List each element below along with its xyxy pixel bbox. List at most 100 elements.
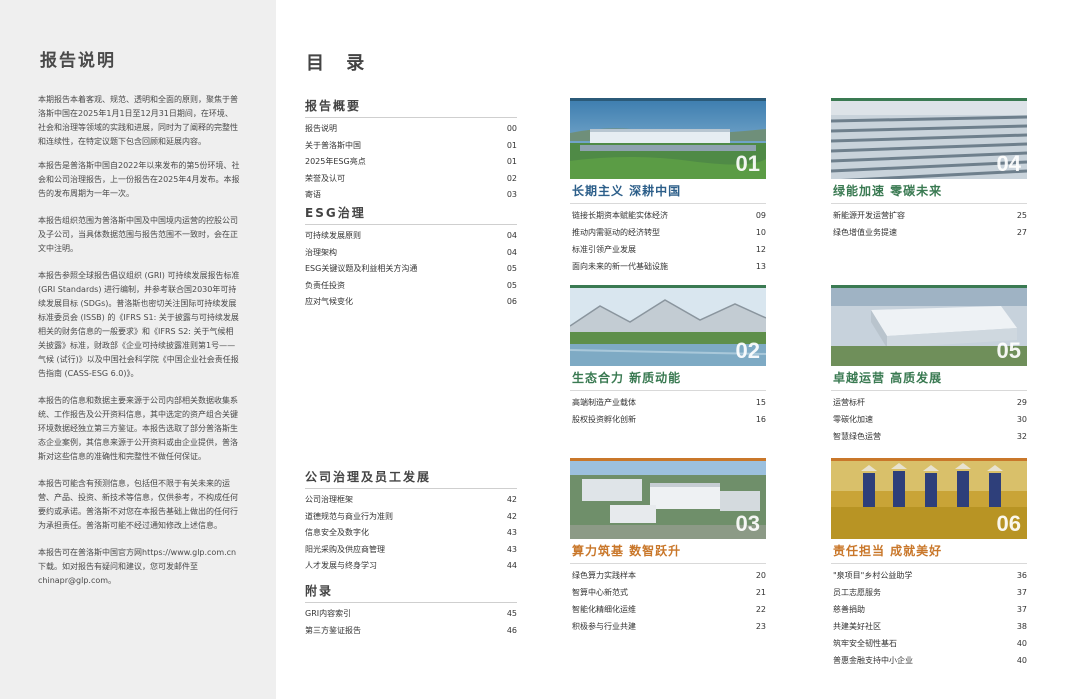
toc-entry[interactable]: "泉项目"乡村公益助学 36 xyxy=(831,567,1027,584)
chapter-number: 06 xyxy=(996,511,1021,536)
toc-entry[interactable]: 共建美好社区 38 xyxy=(831,618,1027,635)
toc-section-summary: 报告概要 报告说明 00 关于普洛斯中国 01 2025年ESG亮点 01 荣誉及认可… xyxy=(305,97,517,204)
toc-entry[interactable]: 新能源开发运营扩容 25 xyxy=(831,207,1027,224)
notes-paragraph: 本报告可能含有预测信息，包括但不限于有关未来的运营、产品、投资、新技术等信息，仅… xyxy=(38,479,238,530)
toc-entry-page: 02 xyxy=(506,173,517,183)
toc-entry-page: 23 xyxy=(755,622,766,631)
toc-entry[interactable]: 报告说明 00 xyxy=(305,121,517,138)
toc-entry[interactable]: 智慧绿色运营 32 xyxy=(831,428,1027,445)
toc-entry[interactable]: 运营标杆 29 xyxy=(831,394,1027,411)
toc-entry[interactable]: 高端制造产业载体 15 xyxy=(570,394,766,411)
toc-entry[interactable]: 应对气候变化 06 xyxy=(305,294,517,311)
toc-entry-label: 积极参与行业共建 xyxy=(572,622,636,631)
toc-entry[interactable]: 员工志愿服务 37 xyxy=(831,584,1027,601)
toc-entry[interactable]: 2025年ESG亮点 01 xyxy=(305,154,517,171)
chapter-number: 01 xyxy=(735,151,760,176)
chapter-image-solar-farm: 04 xyxy=(831,101,1027,179)
toc-entry-page: 40 xyxy=(1016,656,1027,665)
chapter-title: 责任担当 成就美好 xyxy=(831,539,1027,564)
toc-entry[interactable]: 面向未来的新一代基础设施 13 xyxy=(570,258,766,275)
toc-entry-label: 报告说明 xyxy=(305,124,337,133)
toc-entry-label: 信息安全及数字化 xyxy=(305,528,369,537)
chapter-card-05: 05 卓越运营 高质发展 运营标杆 29 零碳化加速 30 智慧绿色运营 32 xyxy=(831,285,1027,445)
toc-entry-label: 治理架构 xyxy=(305,247,337,257)
toc-section-esg-governance: ESG治理 可持续发展原则 04 治理架构 04 ESG关键议题及利益相关方沟通 05… xyxy=(305,204,517,311)
chapter-number: 05 xyxy=(996,338,1021,363)
toc-entry[interactable]: 治理架构 04 xyxy=(305,245,517,262)
toc-entry-label: ESG关键议题及利益相关方沟通 xyxy=(305,264,418,273)
toc-entry-label: 面向未来的新一代基础设施 xyxy=(572,262,668,271)
toc-entry[interactable]: 推动内需驱动的经济转型 10 xyxy=(570,224,766,241)
toc-entry-label: 绿色增值业务提速 xyxy=(833,228,897,237)
toc-entry-label: 共建美好社区 xyxy=(833,622,881,631)
toc-entry[interactable]: 第三方鉴证报告 46 xyxy=(305,623,517,640)
chapter-image-industrial-park: 02 xyxy=(570,288,766,366)
toc-entry-page: 36 xyxy=(1016,571,1027,580)
toc-entry-page: 22 xyxy=(755,605,766,614)
toc-entry[interactable]: 绿色算力实践样本 20 xyxy=(570,567,766,584)
toc-entry[interactable]: 阳光采购及供应商管理 43 xyxy=(305,542,517,559)
notes-paragraph: 本报告组织范围为普洛斯中国及中国境内运营的控股公司及子公司，当具体数据范围与报告… xyxy=(38,216,238,253)
toc-entry-page: 04 xyxy=(506,247,517,257)
toc-entry-page: 29 xyxy=(1016,398,1027,407)
toc-entry-page: 20 xyxy=(755,571,766,580)
toc-entry[interactable]: ESG关键议题及利益相关方沟通 05 xyxy=(305,261,517,278)
report-notes-body: 本期报告本着客观、规范、透明和全面的原则，聚焦于普洛斯中国在2025年1月1日至… xyxy=(38,93,240,601)
toc-entry-label: 可持续发展原则 xyxy=(305,231,361,240)
toc-entry-page: 45 xyxy=(506,609,517,618)
toc-entry-label: 运营标杆 xyxy=(833,398,865,407)
notes-paragraph: 本报告参照全球报告倡议组织 (GRI) 可持续发展报告标准 (GRI Stand… xyxy=(38,271,240,378)
chapter-number: 04 xyxy=(996,151,1021,176)
chapter-image-rural-community: 06 xyxy=(831,461,1027,539)
toc-entry-page: 27 xyxy=(1016,228,1027,237)
chapter-title: 生态合力 新质动能 xyxy=(570,366,766,391)
toc-entry-label: 新能源开发运营扩容 xyxy=(833,211,905,220)
toc-entry-page: 01 xyxy=(506,140,517,150)
toc-entry-page: 13 xyxy=(755,262,766,271)
toc-entry-label: 荣誉及认可 xyxy=(305,173,345,183)
chapter-card-01: 01 长期主义 深耕中国 链接长期资本赋能实体经济 09 推动内需驱动的经济转型 1… xyxy=(570,98,766,275)
chapter-title: 长期主义 深耕中国 xyxy=(570,179,766,204)
toc-section-title: 报告概要 xyxy=(305,97,517,118)
toc-entry[interactable]: 积极参与行业共建 23 xyxy=(570,618,766,635)
toc-entry-label: 股权投资孵化创新 xyxy=(572,415,636,424)
toc-entry[interactable]: 关于普洛斯中国 01 xyxy=(305,138,517,155)
toc-entry[interactable]: 人才发展与终身学习 44 xyxy=(305,558,517,575)
toc-entry-label: 高端制造产业载体 xyxy=(572,398,636,407)
toc-entry-page: 25 xyxy=(1016,211,1027,220)
toc-entry[interactable]: 股权投资孵化创新 16 xyxy=(570,411,766,428)
chapter-number: 03 xyxy=(735,511,760,536)
chapter-card-03: 03 算力筑基 数智跃升 绿色算力实践样本 20 智算中心新范式 21 智能化精细化… xyxy=(570,458,766,635)
toc-section-title: ESG治理 xyxy=(305,204,517,225)
toc-entry[interactable]: 筑牢安全韧性基石 40 xyxy=(831,635,1027,652)
toc-entry[interactable]: 零碳化加速 30 xyxy=(831,411,1027,428)
toc-entry[interactable]: GRI内容索引 45 xyxy=(305,606,517,623)
report-notes-panel: 报告说明 本期报告本着客观、规范、透明和全面的原则，聚焦于普洛斯中国在2025年… xyxy=(0,0,276,699)
toc-entry-label: 人才发展与终身学习 xyxy=(305,561,377,570)
toc-entry[interactable]: 绿色增值业务提速 27 xyxy=(831,224,1027,241)
toc-entry-page: 09 xyxy=(755,211,766,220)
toc-entry-page: 05 xyxy=(506,264,517,273)
toc-entry[interactable]: 智能化精细化运维 22 xyxy=(570,601,766,618)
toc-entry[interactable]: 荣誉及认可 02 xyxy=(305,171,517,188)
toc-entry-label: 寄语 xyxy=(305,190,321,199)
toc-entry-label: 推动内需驱动的经济转型 xyxy=(572,228,660,237)
toc-entry[interactable]: 可持续发展原则 04 xyxy=(305,228,517,245)
toc-entry[interactable]: 链接长期资本赋能实体经济 09 xyxy=(570,207,766,224)
toc-entry-label: 普惠金融支持中小企业 xyxy=(833,656,913,665)
toc-entry[interactable]: 慈善捐助 37 xyxy=(831,601,1027,618)
toc-entry[interactable]: 普惠金融支持中小企业 40 xyxy=(831,652,1027,669)
toc-entry-label: "泉项目"乡村公益助学 xyxy=(833,571,913,580)
toc-entry-label: GRI内容索引 xyxy=(305,609,352,618)
toc-entry-page: 46 xyxy=(506,625,517,635)
toc-entry[interactable]: 寄语 03 xyxy=(305,187,517,204)
toc-entry[interactable]: 智算中心新范式 21 xyxy=(570,584,766,601)
toc-entry-page: 42 xyxy=(506,511,517,521)
toc-entry[interactable]: 负责任投资 05 xyxy=(305,278,517,295)
toc-entry[interactable]: 公司治理框架 42 xyxy=(305,492,517,509)
toc-entry[interactable]: 标准引领产业发展 12 xyxy=(570,241,766,258)
toc-entry[interactable]: 信息安全及数字化 43 xyxy=(305,525,517,542)
toc-entry-page: 04 xyxy=(506,231,517,240)
toc-entry[interactable]: 道德规范与商业行为准则 42 xyxy=(305,509,517,526)
toc-entry-label: 员工志愿服务 xyxy=(833,588,881,597)
